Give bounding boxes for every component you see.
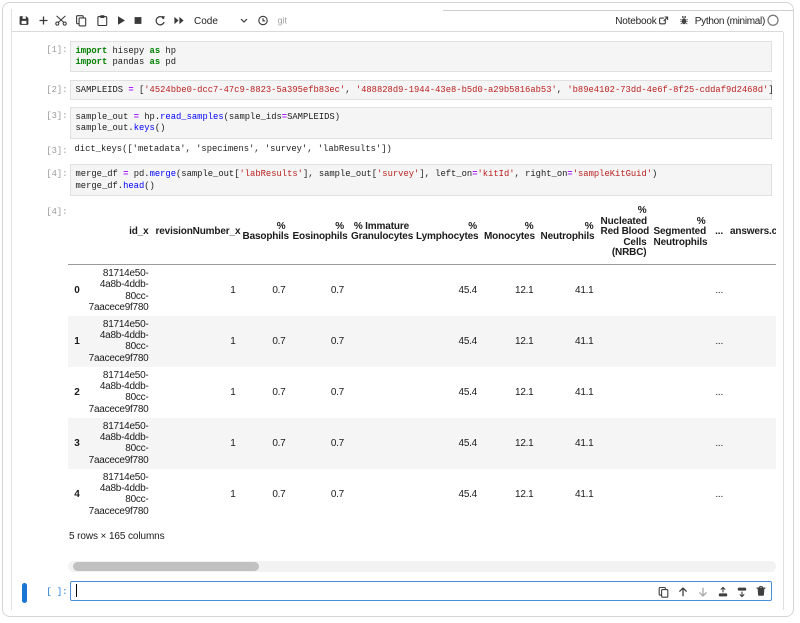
svg-text:Code: Code [194, 16, 218, 27]
svg-text:Notebook: Notebook [615, 16, 657, 27]
svg-text:Python (minimal): Python (minimal) [695, 16, 765, 27]
svg-text:git: git [278, 16, 288, 26]
